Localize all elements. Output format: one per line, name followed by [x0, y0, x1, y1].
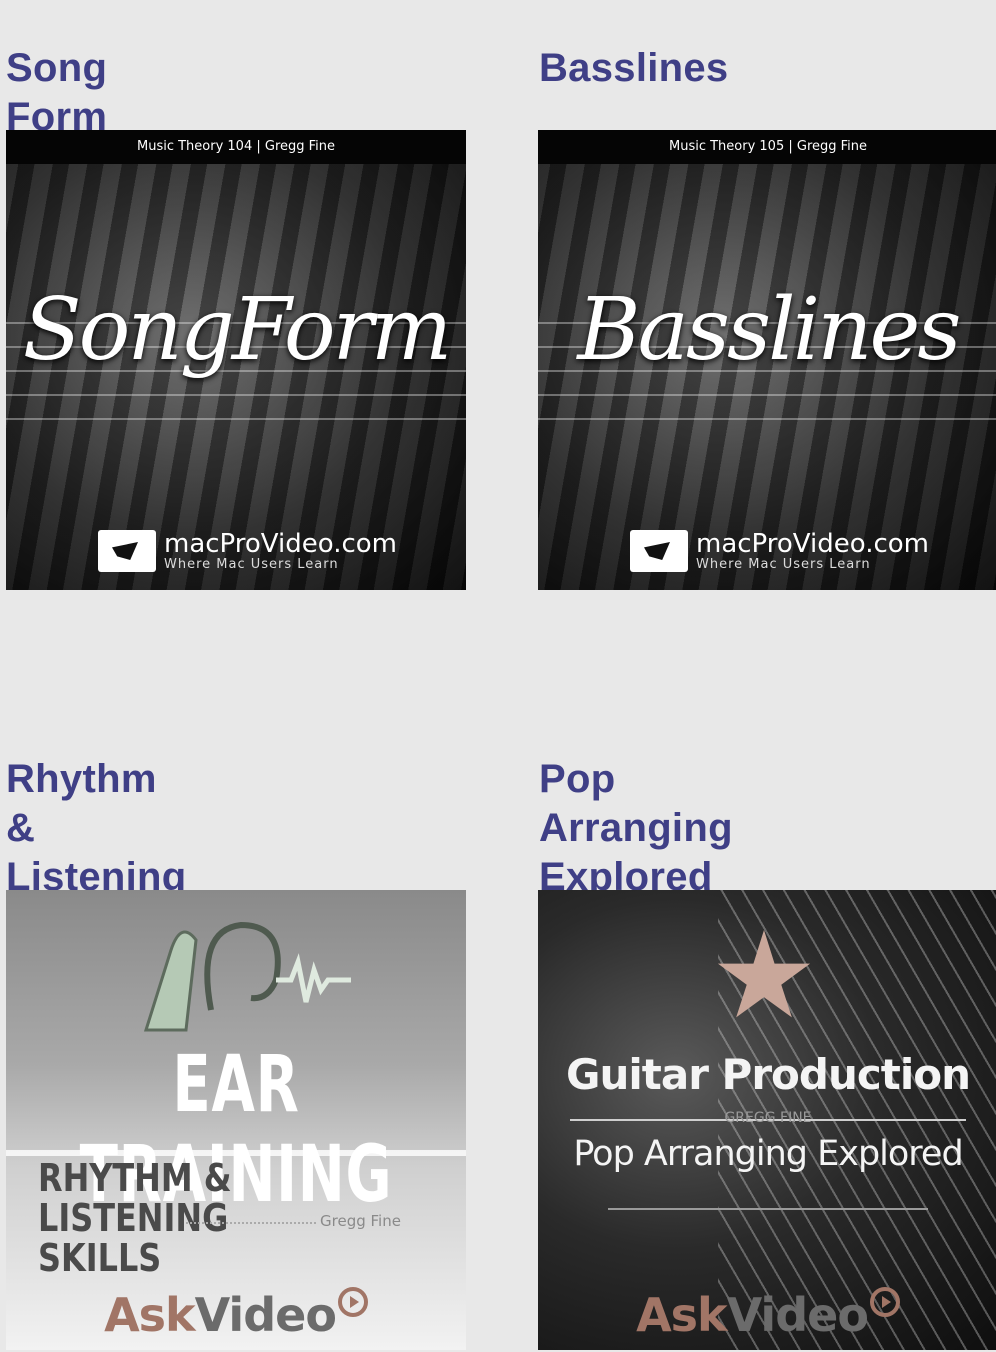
brand-video: Video — [726, 1288, 869, 1342]
cover-author: Gregg Fine — [320, 1212, 401, 1230]
course-title[interactable]: Song Form — [6, 44, 107, 142]
askvideo-logo: AskVideo — [6, 1287, 466, 1342]
brand-name: macProVideo.com — [696, 528, 929, 559]
dotted-rule — [186, 1222, 316, 1224]
macprovideo-logo: macProVideo.com Where Mac Users Learn — [630, 530, 929, 572]
course-title[interactable]: Basslines — [539, 44, 728, 93]
play-bubble-icon — [869, 1287, 900, 1317]
cover-title: SongForm — [22, 280, 453, 380]
brand-ask: Ask — [636, 1288, 728, 1342]
course-cover-image[interactable]: Music Theory 104 | Gregg Fine SongForm m… — [6, 130, 466, 590]
cover-title: Guitar Production — [566, 1050, 971, 1099]
brand-ask: Ask — [104, 1288, 196, 1342]
graduation-cap-icon — [630, 530, 688, 572]
askvideo-logo: AskVideo — [538, 1287, 996, 1342]
play-bubble-icon — [337, 1287, 368, 1317]
macprovideo-logo: macProVideo.com Where Mac Users Learn — [98, 530, 397, 572]
course-title[interactable]: Pop Arranging Explored — [539, 755, 733, 902]
cover-series-label: Music Theory 105 | Gregg Fine — [538, 130, 996, 164]
course-cover-image[interactable]: Guitar Production GREGG FINE Pop Arrangi… — [538, 890, 996, 1350]
brand-name: macProVideo.com — [164, 528, 397, 559]
cover-series-label: Music Theory 104 | Gregg Fine — [6, 130, 466, 164]
brand-video: Video — [194, 1288, 337, 1342]
cover-divider-bottom — [608, 1208, 928, 1210]
graduation-cap-icon — [98, 530, 156, 572]
course-cover-image[interactable]: EAR TRAINING RHYTHM & LISTENING SKILLS G… — [6, 890, 466, 1350]
brand-tagline: Where Mac Users Learn — [164, 556, 339, 572]
cover-subtitle: Pop Arranging Explored — [573, 1134, 963, 1174]
cover-author: GREGG FINE — [724, 1110, 812, 1126]
brand-tagline: Where Mac Users Learn — [696, 556, 871, 572]
course-cover-image[interactable]: Music Theory 105 | Gregg Fine Basslines … — [538, 130, 996, 590]
cover-title: Basslines — [577, 280, 961, 380]
ear-icon — [143, 921, 351, 1032]
